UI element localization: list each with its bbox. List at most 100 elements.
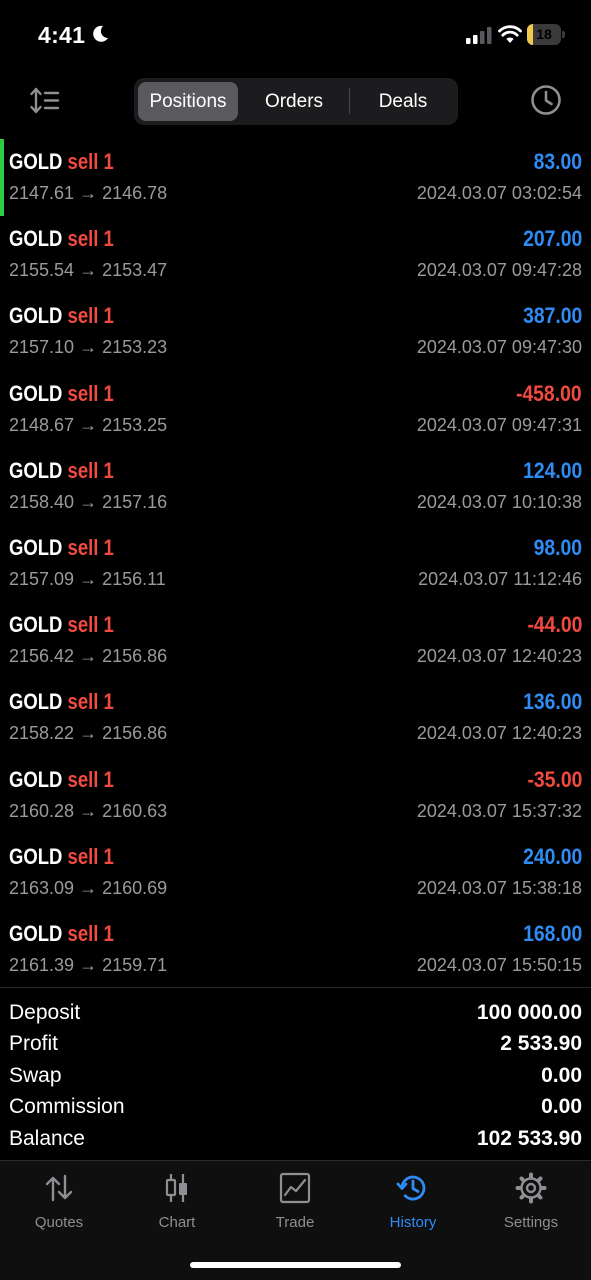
position-row[interactable]: GOLD sell 1 2161.39 → 2159.71 168.00 2024.0… bbox=[0, 911, 591, 988]
position-prices: 2155.54 → 2153.47 bbox=[9, 260, 168, 281]
summary-row-balance: Balance 102 533.90 bbox=[0, 1123, 591, 1154]
position-title: GOLD sell 1 bbox=[9, 612, 114, 638]
position-prices: 2161.39 → 2159.71 bbox=[9, 954, 168, 975]
position-side: sell 1 bbox=[67, 380, 114, 406]
position-title: GOLD sell 1 bbox=[9, 844, 114, 870]
summary-value: 0.00 bbox=[541, 1063, 582, 1087]
position-datetime: 2024.03.07 12:40:23 bbox=[416, 723, 582, 744]
tab-deals[interactable]: Deals bbox=[352, 82, 454, 121]
position-prices: 2160.28 → 2160.63 bbox=[9, 800, 168, 821]
cellular-signal-icon bbox=[466, 27, 492, 44]
position-profit: 240.00 bbox=[522, 843, 582, 869]
position-row[interactable]: GOLD sell 1 2155.54 → 2153.47 207.00 2024.0… bbox=[0, 216, 591, 293]
summary-label: Swap bbox=[9, 1063, 62, 1087]
position-profit: 98.00 bbox=[533, 534, 582, 560]
sort-icon[interactable] bbox=[28, 84, 62, 118]
tab-chart[interactable]: Chart bbox=[118, 1171, 236, 1241]
position-row[interactable]: GOLD sell 1 2160.28 → 2160.63 -35.00 2024.0… bbox=[0, 757, 591, 834]
position-row[interactable]: GOLD sell 1 2158.40 → 2157.16 124.00 2024.0… bbox=[0, 448, 591, 525]
summary-row-swap: Swap 0.00 bbox=[0, 1060, 591, 1091]
position-symbol: GOLD bbox=[9, 380, 63, 406]
position-title: GOLD sell 1 bbox=[9, 458, 114, 484]
summary-value: 100 000.00 bbox=[476, 1001, 582, 1024]
position-prices: 2158.40 → 2157.16 bbox=[9, 491, 168, 512]
position-row[interactable]: GOLD sell 1 2147.61 → 2146.78 83.00 2024.03… bbox=[0, 139, 591, 216]
position-prices: 2157.09 → 2156.11 bbox=[9, 568, 166, 589]
tab-settings[interactable]: Settings bbox=[472, 1171, 590, 1241]
tab-quotes-label: Quotes bbox=[34, 1214, 84, 1231]
position-symbol: GOLD bbox=[9, 920, 63, 946]
position-title: GOLD sell 1 bbox=[9, 921, 114, 947]
position-datetime: 2024.03.07 15:37:32 bbox=[416, 800, 582, 821]
position-datetime: 2024.03.07 09:47:30 bbox=[416, 337, 582, 358]
position-profit: 83.00 bbox=[533, 149, 582, 174]
position-title: GOLD sell 1 bbox=[9, 226, 114, 252]
position-profit: 124.00 bbox=[522, 457, 582, 483]
position-side: sell 1 bbox=[67, 226, 114, 252]
position-row[interactable]: GOLD sell 1 2158.22 → 2156.86 136.00 2024.0… bbox=[0, 679, 591, 756]
chart-icon bbox=[165, 1174, 187, 1202]
tab-orders[interactable]: Orders bbox=[242, 82, 346, 121]
position-profit: -458.00 bbox=[516, 380, 582, 406]
position-prices: 2156.42 → 2156.86 bbox=[9, 646, 168, 667]
account-summary: Deposit 100 000.00 Profit 2 533.90 Swap 0.00 C… bbox=[0, 997, 591, 1154]
tab-quotes[interactable]: Quotes bbox=[0, 1171, 118, 1241]
position-profit: 207.00 bbox=[522, 226, 582, 252]
position-datetime: 2024.03.07 15:38:18 bbox=[416, 877, 582, 898]
position-title: GOLD sell 1 bbox=[9, 381, 114, 407]
position-row[interactable]: GOLD sell 1 2156.42 → 2156.86 -44.00 2024.0… bbox=[0, 602, 591, 679]
summary-value: 2 533.90 bbox=[500, 1032, 582, 1056]
summary-label: Profit bbox=[9, 1032, 59, 1056]
position-prices: 2163.09 → 2160.69 bbox=[9, 877, 168, 898]
position-profit: 387.00 bbox=[522, 303, 582, 329]
settings-icon bbox=[515, 1172, 547, 1204]
position-datetime: 2024.03.07 11:12:46 bbox=[418, 568, 582, 589]
summary-value: 102 533.90 bbox=[476, 1126, 582, 1150]
summary-row-deposit: Deposit 100 000.00 bbox=[0, 997, 591, 1028]
summary-row-profit: Profit 2 533.90 bbox=[0, 1028, 591, 1059]
position-prices: 2158.22 → 2156.86 bbox=[9, 723, 168, 744]
battery-level: 18 bbox=[536, 26, 552, 42]
summary-value: 0.00 bbox=[541, 1095, 582, 1119]
tab-positions[interactable]: Positions bbox=[138, 82, 238, 121]
position-prices: 2148.67 → 2153.25 bbox=[9, 414, 168, 435]
position-symbol: GOLD bbox=[9, 226, 63, 252]
summary-label: Deposit bbox=[9, 1001, 81, 1024]
position-datetime: 2024.03.07 15:50:15 bbox=[416, 954, 582, 975]
tab-trade[interactable]: Trade bbox=[236, 1171, 354, 1241]
clock-icon[interactable] bbox=[528, 82, 564, 118]
home-indicator[interactable] bbox=[190, 1262, 401, 1268]
position-row[interactable]: GOLD sell 1 2163.09 → 2160.69 240.00 2024.0… bbox=[0, 834, 591, 911]
position-prices: 2147.61 → 2146.78 bbox=[9, 183, 168, 203]
position-title: GOLD sell 1 bbox=[9, 535, 114, 561]
position-symbol: GOLD bbox=[9, 766, 63, 792]
tab-chart-label: Chart bbox=[158, 1214, 196, 1231]
moon-icon bbox=[93, 25, 108, 42]
tab-history-label: History bbox=[389, 1214, 437, 1231]
position-prices: 2157.10 → 2153.23 bbox=[9, 337, 168, 358]
position-symbol: GOLD bbox=[9, 612, 63, 638]
position-profit: 168.00 bbox=[522, 920, 582, 946]
position-title: GOLD sell 1 bbox=[9, 149, 114, 175]
position-profit: 136.00 bbox=[522, 689, 582, 715]
position-title: GOLD sell 1 bbox=[9, 767, 114, 793]
position-title: GOLD sell 1 bbox=[9, 689, 114, 715]
position-row[interactable]: GOLD sell 1 2148.67 → 2153.25 -458.00 2024.… bbox=[0, 371, 591, 448]
position-side: sell 1 bbox=[67, 457, 114, 483]
position-symbol: GOLD bbox=[9, 534, 63, 560]
position-datetime: 2024.03.07 09:47:28 bbox=[416, 260, 582, 281]
wifi-icon bbox=[498, 25, 522, 43]
tab-trade-label: Trade bbox=[275, 1214, 315, 1231]
history-header: Positions Orders Deals bbox=[0, 76, 591, 126]
position-datetime: 2024.03.07 03:02:54 bbox=[416, 183, 582, 203]
position-row[interactable]: GOLD sell 1 2157.10 → 2153.23 387.00 2024.0… bbox=[0, 293, 591, 370]
battery-indicator: 18 bbox=[527, 24, 565, 45]
position-row[interactable]: GOLD sell 1 2157.09 → 2156.11 98.00 2024.03… bbox=[0, 525, 591, 602]
tab-settings-label: Settings bbox=[503, 1214, 559, 1231]
history-segmented-control: Positions Orders Deals bbox=[134, 78, 458, 125]
position-side: sell 1 bbox=[67, 303, 114, 329]
position-datetime: 2024.03.07 12:40:23 bbox=[416, 646, 582, 667]
tab-history[interactable]: History bbox=[354, 1171, 472, 1241]
trade-icon bbox=[279, 1172, 311, 1204]
position-side: sell 1 bbox=[67, 843, 114, 869]
